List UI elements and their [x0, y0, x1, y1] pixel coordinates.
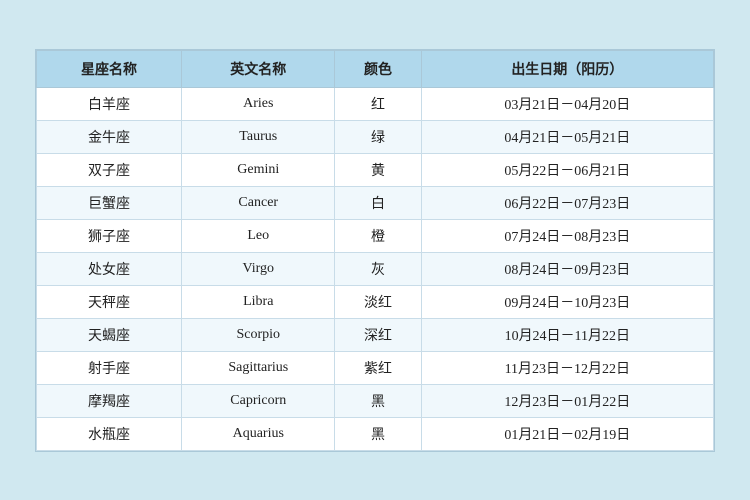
cell-english-name: Scorpio: [182, 318, 335, 351]
cell-chinese-name: 天蝎座: [37, 318, 182, 351]
cell-chinese-name: 摩羯座: [37, 384, 182, 417]
cell-english-name: Gemini: [182, 153, 335, 186]
cell-color: 黑: [335, 384, 421, 417]
cell-dates: 04月21日－05月21日: [421, 120, 713, 153]
table-row: 天蝎座Scorpio深红10月24日－11月22日: [37, 318, 714, 351]
cell-dates: 01月21日－02月19日: [421, 417, 713, 450]
table-row: 处女座Virgo灰08月24日－09月23日: [37, 252, 714, 285]
table-row: 巨蟹座Cancer白06月22日－07月23日: [37, 186, 714, 219]
cell-dates: 06月22日－07月23日: [421, 186, 713, 219]
cell-english-name: Virgo: [182, 252, 335, 285]
table-header-row: 星座名称 英文名称 颜色 出生日期（阳历）: [37, 50, 714, 87]
table-body: 白羊座Aries红03月21日－04月20日金牛座Taurus绿04月21日－0…: [37, 87, 714, 450]
table-row: 白羊座Aries红03月21日－04月20日: [37, 87, 714, 120]
cell-chinese-name: 射手座: [37, 351, 182, 384]
header-chinese-name: 星座名称: [37, 50, 182, 87]
cell-color: 深红: [335, 318, 421, 351]
cell-color: 白: [335, 186, 421, 219]
cell-chinese-name: 巨蟹座: [37, 186, 182, 219]
table-row: 狮子座Leo橙07月24日－08月23日: [37, 219, 714, 252]
cell-dates: 05月22日－06月21日: [421, 153, 713, 186]
header-dates: 出生日期（阳历）: [421, 50, 713, 87]
cell-color: 橙: [335, 219, 421, 252]
cell-chinese-name: 白羊座: [37, 87, 182, 120]
cell-dates: 10月24日－11月22日: [421, 318, 713, 351]
cell-dates: 11月23日－12月22日: [421, 351, 713, 384]
table-row: 摩羯座Capricorn黑12月23日－01月22日: [37, 384, 714, 417]
cell-color: 绿: [335, 120, 421, 153]
table-row: 天秤座Libra淡红09月24日－10月23日: [37, 285, 714, 318]
table-row: 金牛座Taurus绿04月21日－05月21日: [37, 120, 714, 153]
cell-chinese-name: 水瓶座: [37, 417, 182, 450]
cell-english-name: Taurus: [182, 120, 335, 153]
cell-english-name: Leo: [182, 219, 335, 252]
cell-dates: 09月24日－10月23日: [421, 285, 713, 318]
cell-color: 黑: [335, 417, 421, 450]
cell-color: 红: [335, 87, 421, 120]
cell-dates: 03月21日－04月20日: [421, 87, 713, 120]
table-row: 双子座Gemini黄05月22日－06月21日: [37, 153, 714, 186]
cell-color: 淡红: [335, 285, 421, 318]
table-row: 水瓶座Aquarius黑01月21日－02月19日: [37, 417, 714, 450]
zodiac-table: 星座名称 英文名称 颜色 出生日期（阳历） 白羊座Aries红03月21日－04…: [36, 50, 714, 451]
cell-english-name: Sagittarius: [182, 351, 335, 384]
cell-english-name: Libra: [182, 285, 335, 318]
cell-color: 灰: [335, 252, 421, 285]
cell-chinese-name: 双子座: [37, 153, 182, 186]
cell-chinese-name: 天秤座: [37, 285, 182, 318]
cell-dates: 12月23日－01月22日: [421, 384, 713, 417]
cell-color: 紫红: [335, 351, 421, 384]
cell-chinese-name: 金牛座: [37, 120, 182, 153]
header-english-name: 英文名称: [182, 50, 335, 87]
cell-chinese-name: 狮子座: [37, 219, 182, 252]
zodiac-table-wrapper: 星座名称 英文名称 颜色 出生日期（阳历） 白羊座Aries红03月21日－04…: [35, 49, 715, 452]
cell-chinese-name: 处女座: [37, 252, 182, 285]
table-row: 射手座Sagittarius紫红11月23日－12月22日: [37, 351, 714, 384]
cell-dates: 07月24日－08月23日: [421, 219, 713, 252]
header-color: 颜色: [335, 50, 421, 87]
cell-english-name: Aries: [182, 87, 335, 120]
cell-dates: 08月24日－09月23日: [421, 252, 713, 285]
cell-english-name: Cancer: [182, 186, 335, 219]
cell-color: 黄: [335, 153, 421, 186]
cell-english-name: Capricorn: [182, 384, 335, 417]
cell-english-name: Aquarius: [182, 417, 335, 450]
